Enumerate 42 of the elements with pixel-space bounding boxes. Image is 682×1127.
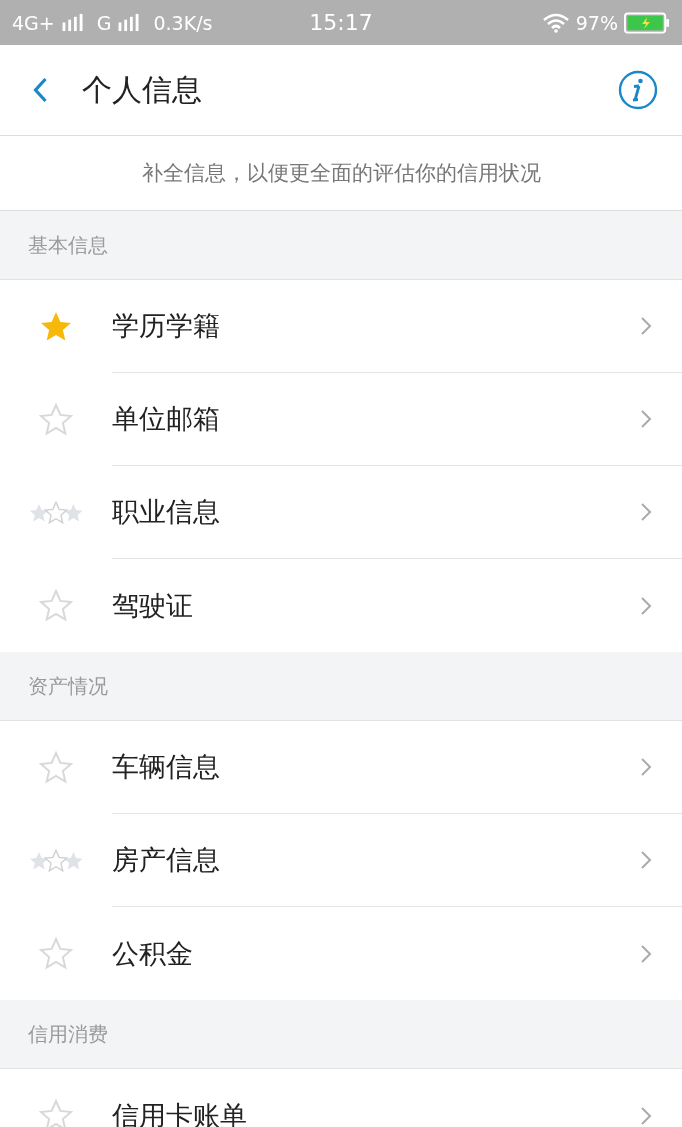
star-icon [38,1097,74,1127]
signal-icon [117,13,142,32]
list-item[interactable]: 车辆信息 [0,721,682,814]
chevron-icon [640,595,652,616]
info-icon[interactable] [618,70,658,110]
section-header: 基本信息 [0,211,682,280]
list-item[interactable]: 单位邮箱 [0,373,682,466]
list-item[interactable]: 学历学籍 [0,280,682,373]
network-type: G [96,11,112,34]
item-label: 学历学籍 [112,309,220,343]
chevron-icon [640,943,652,964]
item-label: 单位邮箱 [112,402,220,436]
battery-percent: 97% [575,11,618,34]
section-header: 信用消费 [0,1000,682,1069]
wifi-icon [541,12,570,33]
list-item[interactable]: 房产信息 [0,814,682,907]
item-label: 公积金 [112,936,193,971]
section-header: 资产情况 [0,652,682,721]
list-item[interactable]: 驾驶证 [0,559,682,652]
star-icon [38,935,74,972]
item-label: 房产信息 [112,843,220,877]
chevron-icon [640,316,652,336]
star-icon [38,401,74,438]
clock: 15:17 [309,10,373,35]
chevron-icon [640,757,652,777]
chevron-icon [640,1105,652,1126]
item-label: 车辆信息 [112,750,220,784]
item-label: 职业信息 [112,495,220,529]
chevron-icon [640,409,652,429]
network-speed: 0.3K/s [153,11,213,34]
star-icon [38,587,74,624]
chevron-icon [640,850,652,870]
item-label: 驾驶证 [112,588,193,623]
notice-text: 补全信息，以便更全面的评估你的信用状况 [141,160,541,187]
list-item[interactable]: 职业信息 [0,466,682,559]
list-item[interactable]: 公积金 [0,907,682,1000]
star-icon [38,749,74,786]
chevron-icon [640,502,652,522]
signal-icon [60,13,85,32]
page-title: 个人信息 [82,70,203,109]
network-type: 4G+ [12,11,55,34]
back-icon[interactable] [32,76,49,104]
